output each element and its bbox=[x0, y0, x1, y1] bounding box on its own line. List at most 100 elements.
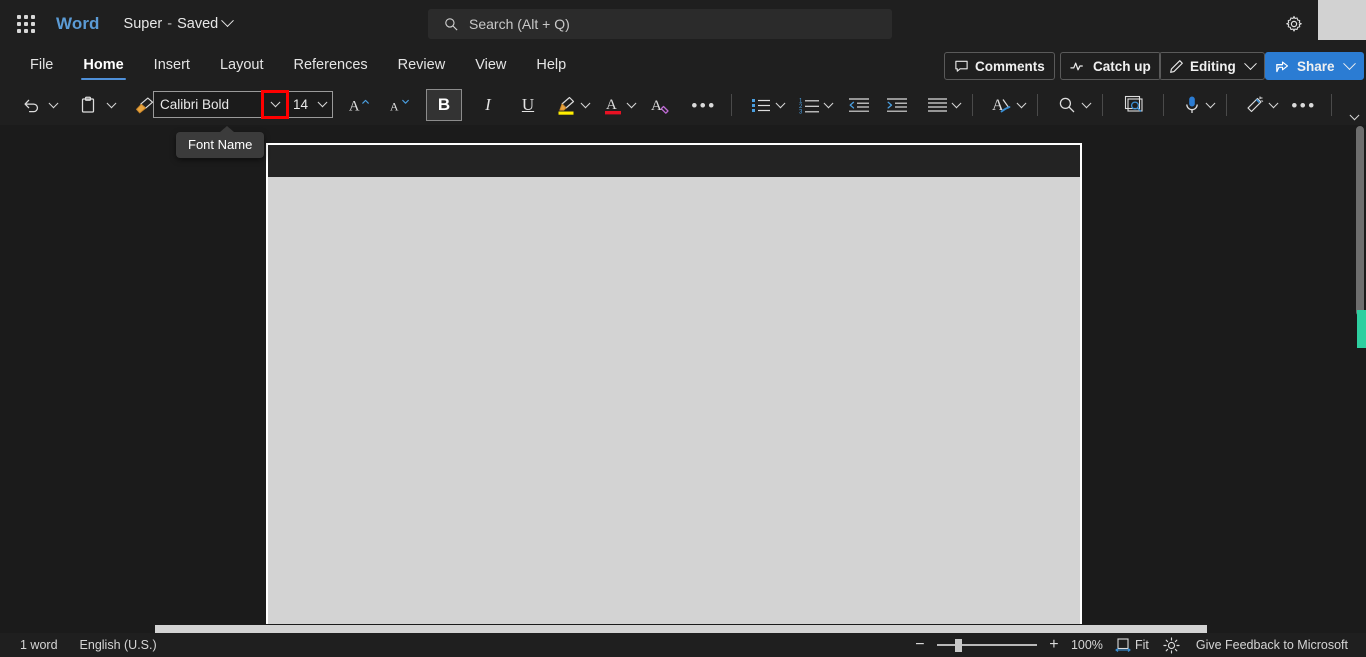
chevron-down-icon[interactable] bbox=[775, 97, 786, 108]
chevron-down-icon bbox=[221, 14, 235, 28]
search-input[interactable]: Search (Alt + Q) bbox=[428, 9, 892, 39]
find-split-button[interactable] bbox=[1054, 89, 1092, 121]
text-highlight-button[interactable] bbox=[554, 89, 580, 121]
document-page[interactable] bbox=[266, 143, 1082, 624]
styles-icon: A bbox=[991, 95, 1013, 115]
comments-button[interactable]: Comments bbox=[944, 52, 1055, 80]
chevron-down-icon[interactable] bbox=[48, 97, 59, 108]
catch-up-button[interactable]: Catch up bbox=[1060, 52, 1161, 80]
font-name-input[interactable]: Calibri Bold bbox=[154, 97, 264, 112]
styles-split-button[interactable]: A bbox=[989, 89, 1027, 121]
zoom-in-button[interactable]: + bbox=[1041, 636, 1067, 654]
tab-home[interactable]: Home bbox=[69, 50, 137, 82]
numbering-split-button[interactable]: 123 bbox=[796, 89, 834, 121]
align-split-button[interactable] bbox=[924, 89, 962, 121]
chevron-down-icon[interactable] bbox=[1016, 97, 1027, 108]
tab-file[interactable]: File bbox=[16, 50, 67, 82]
fit-page-button[interactable]: Fit bbox=[1115, 638, 1149, 652]
find-button[interactable] bbox=[1054, 89, 1080, 121]
tab-review[interactable]: Review bbox=[384, 50, 460, 82]
document-title[interactable]: Super - Saved bbox=[124, 14, 235, 32]
more-font-options-button[interactable]: ••• bbox=[687, 89, 721, 121]
copilot-split-button[interactable] bbox=[1243, 89, 1279, 121]
document-canvas[interactable] bbox=[0, 125, 1366, 624]
undo-icon bbox=[22, 97, 41, 114]
tab-help[interactable]: Help bbox=[522, 50, 580, 82]
app-name[interactable]: Word bbox=[56, 14, 100, 34]
chevron-down-icon[interactable] bbox=[1205, 97, 1216, 108]
share-button[interactable]: Share bbox=[1265, 52, 1364, 80]
avatar[interactable] bbox=[1318, 0, 1366, 40]
font-name-dropdown-chevron[interactable] bbox=[264, 93, 286, 116]
chevron-down-icon[interactable] bbox=[1268, 97, 1279, 108]
paste-button[interactable] bbox=[71, 89, 105, 121]
settings-button[interactable] bbox=[1281, 12, 1307, 36]
zoom-slider-handle[interactable] bbox=[954, 639, 962, 652]
tab-references[interactable]: References bbox=[279, 50, 381, 82]
increase-indent-icon bbox=[886, 97, 908, 113]
shrink-font-button[interactable]: A bbox=[380, 89, 420, 121]
paste-split-button[interactable] bbox=[71, 89, 117, 121]
page-content-area[interactable] bbox=[268, 177, 1080, 624]
fit-page-icon bbox=[1115, 638, 1131, 652]
grow-font-button[interactable]: A bbox=[340, 89, 380, 121]
copilot-button[interactable] bbox=[1243, 89, 1267, 121]
editor-button[interactable] bbox=[1119, 89, 1151, 121]
font-color-icon: A bbox=[603, 95, 623, 115]
language-indicator[interactable]: English (U.S.) bbox=[80, 638, 157, 652]
scrollbar-accent-marker[interactable] bbox=[1357, 310, 1366, 348]
grow-font-icon: A bbox=[348, 96, 372, 114]
feedback-link[interactable]: Give Feedback to Microsoft bbox=[1196, 638, 1348, 652]
tab-insert[interactable]: Insert bbox=[140, 50, 204, 82]
horizontal-scrollbar-thumb[interactable] bbox=[155, 625, 1207, 633]
vertical-scrollbar-thumb[interactable] bbox=[1356, 126, 1364, 316]
decrease-indent-button[interactable] bbox=[844, 89, 874, 121]
app-launcher-button[interactable] bbox=[6, 4, 46, 44]
editing-mode-button[interactable]: Editing bbox=[1159, 52, 1265, 80]
bold-button[interactable]: B bbox=[426, 89, 462, 121]
chevron-down-icon[interactable] bbox=[823, 97, 834, 108]
word-count[interactable]: 1 word bbox=[20, 638, 58, 652]
font-size-dropdown-chevron[interactable] bbox=[312, 93, 332, 116]
bullet-list-icon bbox=[751, 97, 771, 113]
highlight-split-button[interactable] bbox=[554, 89, 591, 121]
font-color-split-button[interactable]: A bbox=[601, 89, 637, 121]
toolbar-divider bbox=[1163, 94, 1164, 116]
underline-button[interactable]: U bbox=[508, 89, 548, 121]
dictate-button[interactable] bbox=[1180, 89, 1204, 121]
chevron-down-icon[interactable] bbox=[580, 97, 591, 108]
tooltip-font-name: Font Name bbox=[176, 126, 265, 158]
chevron-down-icon[interactable] bbox=[951, 97, 962, 108]
zoom-slider[interactable] bbox=[936, 637, 1037, 653]
undo-split-button[interactable] bbox=[14, 89, 59, 121]
font-size-input[interactable]: 14 bbox=[286, 97, 312, 112]
numbered-list-button[interactable]: 123 bbox=[796, 89, 822, 121]
more-commands-button[interactable]: ••• bbox=[1287, 89, 1321, 121]
italic-button[interactable]: I bbox=[468, 89, 508, 121]
chevron-down-icon bbox=[1349, 110, 1360, 121]
save-state: Saved bbox=[177, 15, 219, 32]
bullet-list-button[interactable] bbox=[748, 89, 774, 121]
format-painter-icon bbox=[134, 96, 155, 115]
chevron-down-icon[interactable] bbox=[1081, 97, 1092, 108]
focus-mode-button[interactable] bbox=[1163, 636, 1180, 654]
styles-button[interactable]: A bbox=[989, 89, 1015, 121]
tab-layout[interactable]: Layout bbox=[206, 50, 278, 82]
tab-view[interactable]: View bbox=[461, 50, 520, 82]
increase-indent-button[interactable] bbox=[882, 89, 912, 121]
align-button[interactable] bbox=[924, 89, 950, 121]
zoom-level[interactable]: 100% bbox=[1067, 638, 1107, 652]
copilot-icon bbox=[1245, 95, 1265, 115]
font-color-button[interactable]: A bbox=[601, 89, 625, 121]
clear-formatting-button[interactable]: A bbox=[647, 89, 677, 121]
undo-button[interactable] bbox=[14, 89, 48, 121]
dictate-split-button[interactable] bbox=[1180, 89, 1216, 121]
activity-pulse-icon bbox=[1070, 60, 1087, 73]
decrease-indent-icon bbox=[848, 97, 870, 113]
tooltip-text: Font Name bbox=[188, 137, 253, 152]
chevron-down-icon[interactable] bbox=[106, 97, 117, 108]
bullets-split-button[interactable] bbox=[748, 89, 786, 121]
chevron-down-icon[interactable] bbox=[626, 97, 637, 108]
zoom-out-button[interactable]: − bbox=[907, 636, 933, 654]
collapse-ribbon-button[interactable] bbox=[1349, 108, 1360, 126]
